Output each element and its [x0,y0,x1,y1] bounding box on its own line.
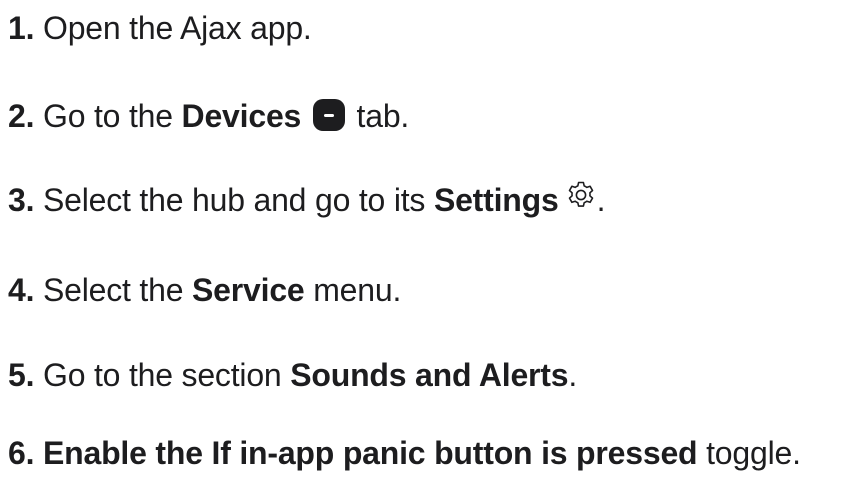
service-label: Service [192,272,305,308]
step-text-after: . [596,182,606,218]
step-5: 5. Go to the section Sounds and Alerts. [8,355,577,395]
step-text: Open the Ajax app. [43,10,312,46]
settings-label: Settings [433,182,559,218]
step-6: 6. Enable the If in-app panic button is … [8,433,801,473]
step-number: 4. [8,272,35,308]
step-number: 6. [8,435,35,471]
step-text-after: . [568,357,578,393]
gear-icon [568,181,593,207]
step-3: 3. Select the hub and go to its Settings… [8,180,605,220]
step-text: Go to the [43,98,173,134]
step-text: Select the hub and go to its [43,182,426,218]
devices-tab-icon [312,98,345,131]
step-text: Select the [43,272,184,308]
step-number: 1. [8,10,35,46]
sounds-and-alerts-label: Sounds and Alerts [290,357,569,393]
step-4: 4. Select the Service menu. [8,270,401,310]
devices-label: Devices [181,98,302,134]
step-number: 2. [8,98,35,134]
step-text-after: tab. [356,98,410,134]
step-number: 5. [8,357,35,393]
step-text-after: menu. [313,272,402,308]
step-text: Go to the section [43,357,282,393]
step-number: 3. [8,182,35,218]
step-2: 2. Go to the Devices tab. [8,96,409,136]
step-1: 1. Open the Ajax app. [8,8,312,48]
step-text-after: toggle. [706,435,801,471]
toggle-label: Enable the If in-app panic button is pre… [43,435,698,471]
